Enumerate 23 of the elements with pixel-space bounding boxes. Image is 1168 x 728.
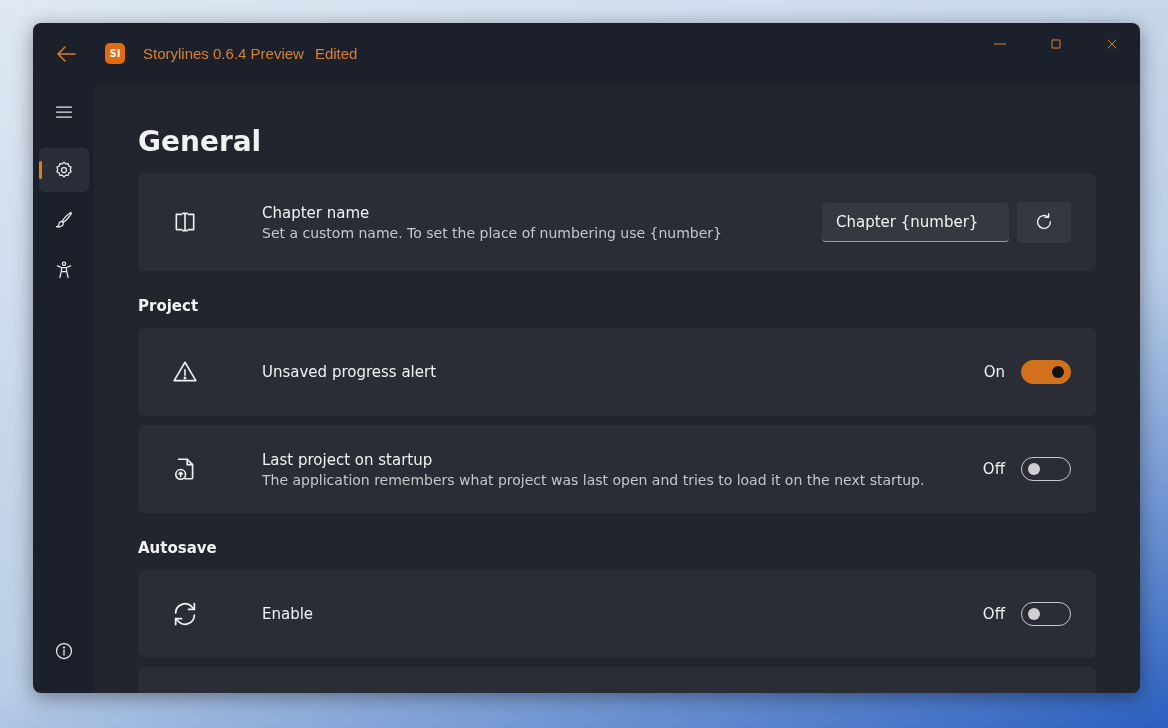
save-status: Edited <box>314 45 358 62</box>
section-heading: Autosave <box>138 539 218 557</box>
settings-icon <box>53 160 74 180</box>
toggle-state-label: Off <box>982 460 1005 478</box>
setting-title: Enable <box>262 605 315 623</box>
minimize-icon <box>994 42 1006 45</box>
toggle-switch[interactable] <box>1021 360 1071 384</box>
app-logo: SI <box>105 43 125 64</box>
setting-title: Chapter name <box>262 203 371 222</box>
page-title: General <box>138 124 263 160</box>
info-icon <box>53 641 74 661</box>
setting-description: The application remembers what project was last open and tries to load it on the next startup. <box>262 471 926 488</box>
chapter-name-field[interactable]: Chapter {number} <box>822 202 1009 242</box>
setting-description: Set a custom name. To set the place of numbering use {number} <box>262 224 724 241</box>
window-title: Storylines 0.6.4 Preview <box>143 45 304 62</box>
setting-title: Last project on startup <box>262 450 434 469</box>
reset-button[interactable] <box>1017 201 1071 243</box>
paintbrush-icon <box>53 210 74 230</box>
setting-title: Unsaved progress alert <box>262 363 438 381</box>
toggle-state-label: Off <box>982 605 1005 623</box>
sidebar-item[interactable] <box>38 148 89 192</box>
toggle-state-label: On <box>983 363 1005 381</box>
section-heading: Project <box>138 297 200 315</box>
